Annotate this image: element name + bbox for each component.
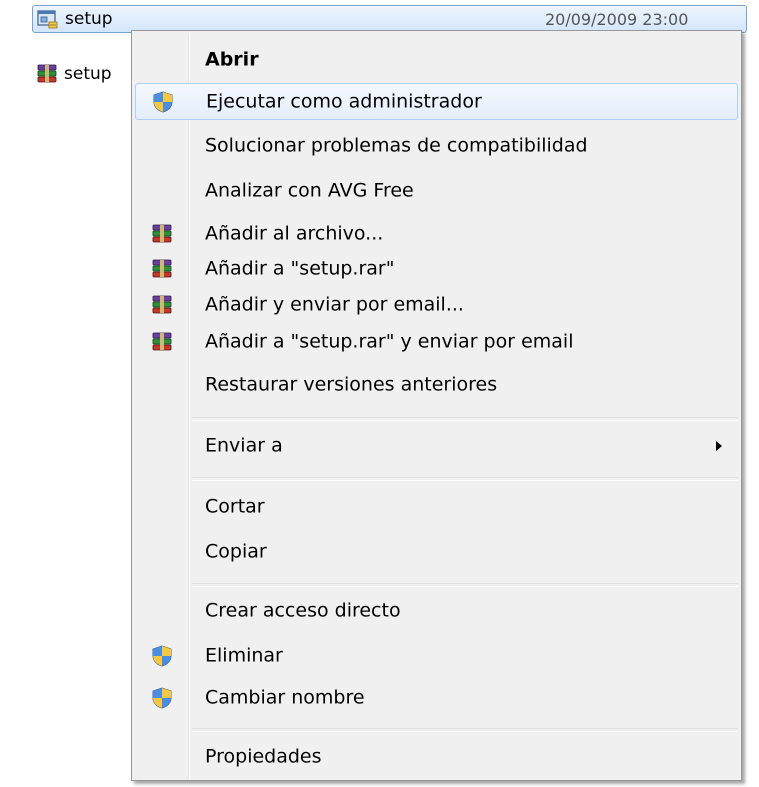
menu-item-label: Eliminar <box>205 644 283 667</box>
menu-separator <box>192 477 738 481</box>
context-menu: Abrir Ejecutar como administrador Soluci… <box>131 30 742 781</box>
winrar-icon <box>152 224 172 242</box>
menu-item-label: Abrir <box>205 48 259 71</box>
explorer-window: setup 20/09/2009 23:00 setup Abrir Ejecu… <box>0 0 759 787</box>
menu-item-label: Analizar con AVG Free <box>205 179 414 202</box>
menu-item-label: Enviar a <box>205 434 283 457</box>
menu-item-label: Ejecutar como administrador <box>206 90 482 113</box>
menu-item-open[interactable]: Abrir <box>135 41 738 78</box>
menu-separator <box>192 583 738 587</box>
menu-item-cut[interactable]: Cortar <box>135 488 738 525</box>
menu-item-delete[interactable]: Eliminar <box>135 637 738 674</box>
menu-separator <box>192 728 738 732</box>
file-name: setup <box>64 64 112 84</box>
menu-item-label: Añadir y enviar por email... <box>205 293 464 316</box>
file-row-setup-exe[interactable]: setup 20/09/2009 23:00 <box>32 5 747 33</box>
uac-shield-icon <box>152 645 172 666</box>
winrar-archive-icon <box>37 64 57 83</box>
menu-item-restore-previous-versions[interactable]: Restaurar versiones anteriores <box>135 366 738 403</box>
menu-item-label: Cortar <box>205 495 265 518</box>
menu-item-copy[interactable]: Copiar <box>135 533 738 570</box>
menu-separator <box>192 417 738 421</box>
menu-item-create-shortcut[interactable]: Crear acceso directo <box>135 592 738 629</box>
setup-installer-icon <box>37 10 58 29</box>
menu-item-send-to[interactable]: Enviar a <box>135 427 738 464</box>
submenu-arrow-icon <box>716 440 722 451</box>
uac-shield-icon <box>153 91 173 112</box>
uac-shield-icon <box>152 687 172 708</box>
menu-item-label: Cambiar nombre <box>205 686 365 709</box>
menu-item-label: Propiedades <box>205 745 322 768</box>
menu-item-add-and-email[interactable]: Añadir y enviar por email... <box>135 286 738 323</box>
menu-item-properties[interactable]: Propiedades <box>135 738 738 775</box>
menu-item-add-to-setup-rar[interactable]: Añadir a "setup.rar" <box>135 250 738 287</box>
menu-item-add-to-archive[interactable]: Añadir al archivo... <box>135 215 738 252</box>
file-name: setup <box>65 9 113 29</box>
menu-item-label: Solucionar problemas de compatibilidad <box>205 134 588 157</box>
menu-item-add-setup-rar-and-email[interactable]: Añadir a "setup.rar" y enviar por email <box>135 323 738 360</box>
menu-item-label: Añadir a "setup.rar" <box>205 257 395 280</box>
menu-item-label: Añadir a "setup.rar" y enviar por email <box>205 330 574 353</box>
winrar-icon <box>152 332 172 350</box>
menu-item-label: Añadir al archivo... <box>205 222 384 245</box>
menu-item-scan-avg[interactable]: Analizar con AVG Free <box>135 172 738 209</box>
menu-item-rename[interactable]: Cambiar nombre <box>135 679 738 716</box>
menu-item-run-as-admin[interactable]: Ejecutar como administrador <box>135 83 738 120</box>
winrar-icon <box>152 259 172 277</box>
menu-item-troubleshoot-compatibility[interactable]: Solucionar problemas de compatibilidad <box>135 127 738 164</box>
menu-item-label: Crear acceso directo <box>205 599 401 622</box>
menu-item-label: Restaurar versiones anteriores <box>205 373 498 396</box>
winrar-icon <box>152 295 172 313</box>
file-date: 20/09/2009 23:00 <box>545 9 689 29</box>
menu-item-label: Copiar <box>205 540 267 563</box>
